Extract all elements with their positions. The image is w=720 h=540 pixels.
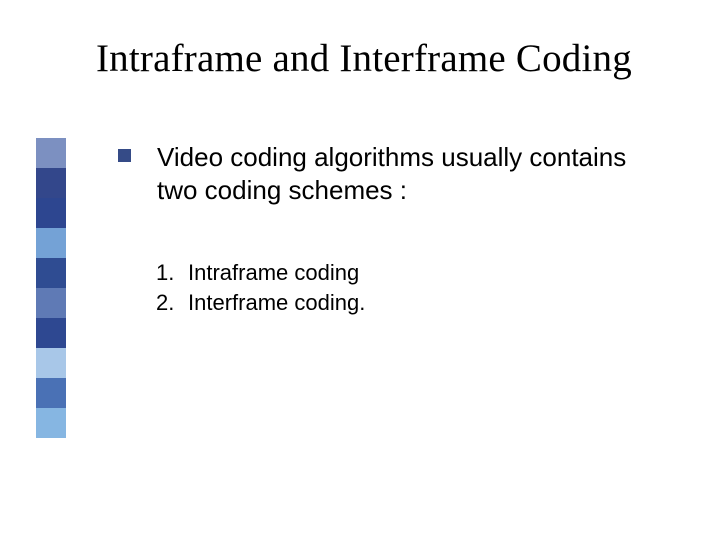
accent-block — [36, 318, 66, 348]
accent-block — [36, 228, 66, 258]
list-label: Intraframe coding — [188, 258, 359, 288]
list-number: 2. — [156, 288, 188, 318]
list-number: 1. — [156, 258, 188, 288]
accent-block — [36, 138, 66, 168]
square-bullet-icon — [118, 149, 131, 162]
list-item: 1. Intraframe coding — [156, 258, 365, 288]
accent-block — [36, 288, 66, 318]
list-item: 2. Interframe coding. — [156, 288, 365, 318]
numbered-list: 1. Intraframe coding 2. Interframe codin… — [156, 258, 365, 317]
accent-block — [36, 258, 66, 288]
accent-block — [36, 198, 66, 228]
list-label: Interframe coding. — [188, 288, 365, 318]
slide-title: Intraframe and Interframe Coding — [96, 36, 632, 81]
bullet-text: Video coding algorithms usually contains… — [157, 141, 658, 206]
accent-block — [36, 378, 66, 408]
accent-block — [36, 348, 66, 378]
accent-block — [36, 408, 66, 438]
bullet-item: Video coding algorithms usually contains… — [118, 141, 658, 206]
sidebar-accent — [36, 138, 66, 438]
accent-block — [36, 168, 66, 198]
